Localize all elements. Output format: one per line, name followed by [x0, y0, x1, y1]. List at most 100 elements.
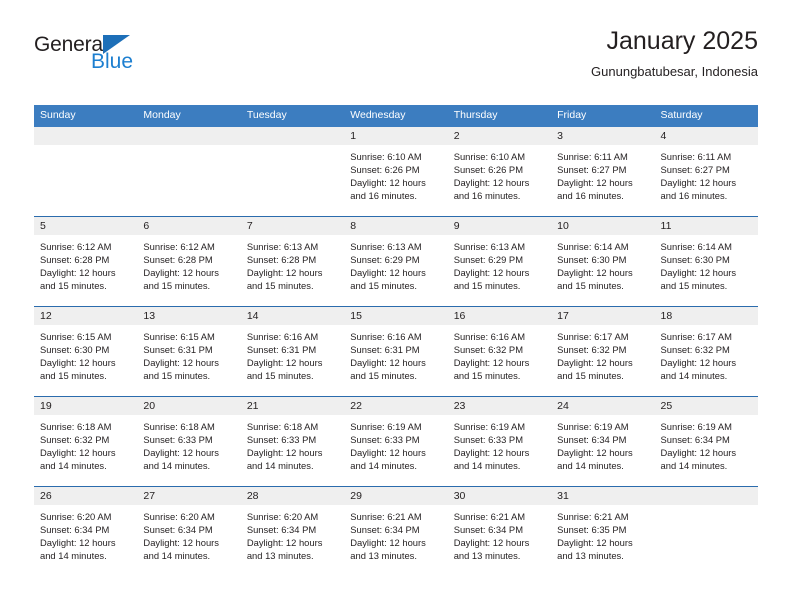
calendar-day-cell[interactable]: 11 Sunrise: 6:14 AM Sunset: 6:30 PM Dayligh…: [654, 215, 758, 307]
day-cell-inner: 19 Sunrise: 6:18 AM Sunset: 6:32 PM Dayligh…: [34, 396, 138, 486]
day-number: 19: [34, 396, 138, 415]
day-detail-daylight-1: Daylight: 12 hours: [660, 177, 737, 189]
day-detail-daylight-2: and 15 minutes.: [40, 280, 107, 292]
day-number: 24: [551, 396, 655, 415]
day-detail-daylight-1: Daylight: 12 hours: [246, 447, 323, 459]
day-details: Sunrise: 6:11 AM Sunset: 6:27 PM Daylight:…: [551, 145, 654, 203]
day-cell-inner: 25 Sunrise: 6:19 AM Sunset: 6:34 PM Dayligh…: [654, 396, 758, 486]
day-cell-inner: 26 Sunrise: 6:20 AM Sunset: 6:34 PM Dayligh…: [34, 486, 138, 576]
day-detail-daylight-2: and 14 minutes.: [350, 460, 417, 472]
day-detail-daylight-2: and 16 minutes.: [557, 190, 624, 202]
calendar-day-cell[interactable]: 5 Sunrise: 6:12 AM Sunset: 6:28 PM Daylight…: [34, 215, 138, 307]
day-detail-sunset: Sunset: 6:34 PM: [453, 523, 523, 535]
day-detail-sunrise: Sunrise: 6:16 AM: [246, 330, 319, 342]
day-detail-sunset: Sunset: 6:33 PM: [246, 433, 317, 445]
day-detail-sunrise: Sunrise: 6:10 AM: [350, 150, 422, 162]
day-cell-inner: 9 Sunrise: 6:13 AM Sunset: 6:29 PM Daylight…: [447, 216, 552, 306]
calendar-header-row: Sunday Monday Tuesday Wednesday Thursday…: [34, 105, 758, 127]
day-details: Sunrise: 6:21 AM Sunset: 6:34 PM Daylight:…: [448, 505, 551, 563]
calendar-day-cell[interactable]: 14 Sunrise: 6:16 AM Sunset: 6:31 PM Dayligh…: [240, 305, 345, 397]
day-detail-daylight-2: and 14 minutes.: [143, 460, 211, 472]
day-detail-sunrise: Sunrise: 6:11 AM: [557, 150, 628, 162]
day-detail-sunrise: Sunrise: 6:14 AM: [660, 240, 732, 252]
day-detail-sunrise: Sunrise: 6:13 AM: [246, 240, 319, 252]
day-details: Sunrise: 6:12 AM Sunset: 6:28 PM Daylight:…: [34, 235, 137, 293]
day-detail-sunset: Sunset: 6:30 PM: [557, 253, 627, 265]
calendar-day-cell[interactable]: 19 Sunrise: 6:18 AM Sunset: 6:32 PM Dayligh…: [34, 395, 138, 487]
calendar-week-row: 1 Sunrise: 6:10 AM Sunset: 6:26 PM Daylight…: [34, 126, 758, 217]
day-number: [137, 126, 241, 145]
calendar-day-cell[interactable]: 13 Sunrise: 6:15 AM Sunset: 6:31 PM Dayligh…: [137, 305, 241, 397]
day-detail-sunrise: Sunrise: 6:18 AM: [246, 420, 319, 432]
calendar-day-cell[interactable]: 3 Sunrise: 6:11 AM Sunset: 6:27 PM Daylight…: [551, 126, 655, 217]
calendar-day-cell[interactable]: 28 Sunrise: 6:20 AM Sunset: 6:34 PM Dayligh…: [240, 485, 345, 576]
day-details: Sunrise: 6:18 AM Sunset: 6:33 PM Daylight:…: [241, 415, 344, 473]
day-details: Sunrise: 6:13 AM Sunset: 6:28 PM Daylight:…: [241, 235, 344, 293]
day-cell-inner: 5 Sunrise: 6:12 AM Sunset: 6:28 PM Daylight…: [34, 216, 138, 306]
day-detail-daylight-1: Daylight: 12 hours: [660, 357, 737, 369]
day-cell-inner: 23 Sunrise: 6:19 AM Sunset: 6:33 PM Dayligh…: [447, 396, 552, 486]
day-detail-sunset: Sunset: 6:26 PM: [350, 163, 420, 175]
day-details: Sunrise: 6:14 AM Sunset: 6:30 PM Daylight:…: [655, 235, 758, 293]
calendar-week-row: 5 Sunrise: 6:12 AM Sunset: 6:28 PM Daylight…: [34, 215, 758, 307]
general-blue-logo: General Blue: [34, 34, 214, 84]
calendar-day-cell[interactable]: 29 Sunrise: 6:21 AM Sunset: 6:34 PM Dayligh…: [344, 485, 448, 576]
calendar-day-cell[interactable]: 23 Sunrise: 6:19 AM Sunset: 6:33 PM Dayligh…: [447, 395, 552, 487]
calendar-day-cell[interactable]: 18 Sunrise: 6:17 AM Sunset: 6:32 PM Dayligh…: [654, 305, 758, 397]
day-detail-daylight-2: and 15 minutes.: [350, 280, 417, 292]
day-detail-daylight-2: and 14 minutes.: [660, 460, 728, 472]
calendar-day-cell[interactable]: 30 Sunrise: 6:21 AM Sunset: 6:34 PM Dayligh…: [447, 485, 552, 576]
day-detail-sunset: Sunset: 6:29 PM: [453, 253, 523, 265]
day-number: 5: [34, 216, 138, 235]
calendar-day-cell[interactable]: 24 Sunrise: 6:19 AM Sunset: 6:34 PM Dayligh…: [551, 395, 655, 487]
calendar-day-cell[interactable]: 4 Sunrise: 6:11 AM Sunset: 6:27 PM Daylight…: [654, 126, 758, 217]
day-cell-inner: 13 Sunrise: 6:15 AM Sunset: 6:31 PM Dayligh…: [137, 306, 241, 396]
day-detail-sunset: Sunset: 6:32 PM: [557, 343, 627, 355]
calendar-day-cell[interactable]: 25 Sunrise: 6:19 AM Sunset: 6:34 PM Dayligh…: [654, 395, 758, 487]
calendar-day-cell[interactable]: 22 Sunrise: 6:19 AM Sunset: 6:33 PM Dayligh…: [344, 395, 448, 487]
calendar-day-cell[interactable]: 6 Sunrise: 6:12 AM Sunset: 6:28 PM Daylight…: [137, 215, 241, 307]
day-cell-inner: 7 Sunrise: 6:13 AM Sunset: 6:28 PM Daylight…: [240, 216, 345, 306]
day-detail-daylight-2: and 15 minutes.: [660, 280, 728, 292]
calendar-day-cell[interactable]: 2 Sunrise: 6:10 AM Sunset: 6:26 PM Daylight…: [447, 126, 552, 217]
day-detail-daylight-1: Daylight: 12 hours: [350, 177, 426, 189]
day-detail-daylight-2: and 14 minutes.: [246, 460, 314, 472]
day-number: 8: [344, 216, 448, 235]
day-detail-daylight-2: and 16 minutes.: [350, 190, 417, 202]
day-detail-daylight-1: Daylight: 12 hours: [557, 177, 633, 189]
day-detail-daylight-1: Daylight: 12 hours: [557, 537, 633, 549]
calendar-day-cell[interactable]: 31 Sunrise: 6:21 AM Sunset: 6:35 PM Dayligh…: [551, 485, 655, 576]
day-detail-daylight-1: Daylight: 12 hours: [40, 537, 116, 549]
day-detail-daylight-1: Daylight: 12 hours: [40, 447, 116, 459]
day-cell-inner: [654, 486, 758, 576]
day-cell-inner: 8 Sunrise: 6:13 AM Sunset: 6:29 PM Daylight…: [344, 216, 448, 306]
calendar-day-cell[interactable]: 9 Sunrise: 6:13 AM Sunset: 6:29 PM Daylight…: [447, 215, 552, 307]
calendar-day-cell[interactable]: 1 Sunrise: 6:10 AM Sunset: 6:26 PM Daylight…: [344, 126, 448, 217]
day-number: 26: [34, 486, 138, 505]
day-details: Sunrise: 6:10 AM Sunset: 6:26 PM Daylight:…: [448, 145, 551, 203]
day-details: Sunrise: 6:19 AM Sunset: 6:34 PM Daylight:…: [655, 415, 758, 473]
calendar-day-cell[interactable]: 10 Sunrise: 6:14 AM Sunset: 6:30 PM Dayligh…: [551, 215, 655, 307]
day-detail-sunrise: Sunrise: 6:19 AM: [557, 420, 629, 432]
day-cell-inner: 17 Sunrise: 6:17 AM Sunset: 6:32 PM Dayligh…: [551, 306, 655, 396]
day-details: Sunrise: 6:15 AM Sunset: 6:30 PM Daylight:…: [34, 325, 137, 383]
weekday-header-thursday: Thursday: [447, 105, 552, 127]
calendar-day-cell[interactable]: 7 Sunrise: 6:13 AM Sunset: 6:28 PM Daylight…: [240, 215, 345, 307]
day-number: 28: [240, 486, 345, 505]
day-detail-sunrise: Sunrise: 6:16 AM: [453, 330, 526, 342]
day-detail-daylight-2: and 15 minutes.: [143, 370, 211, 382]
calendar-day-cell[interactable]: 17 Sunrise: 6:17 AM Sunset: 6:32 PM Dayligh…: [551, 305, 655, 397]
calendar-day-cell[interactable]: 20 Sunrise: 6:18 AM Sunset: 6:33 PM Dayligh…: [137, 395, 241, 487]
calendar-day-cell[interactable]: 27 Sunrise: 6:20 AM Sunset: 6:34 PM Dayligh…: [137, 485, 241, 576]
calendar-week-row: 19 Sunrise: 6:18 AM Sunset: 6:32 PM Dayligh…: [34, 395, 758, 487]
calendar-week-row: 26 Sunrise: 6:20 AM Sunset: 6:34 PM Dayligh…: [34, 485, 758, 576]
calendar-day-cell[interactable]: 12 Sunrise: 6:15 AM Sunset: 6:30 PM Dayligh…: [34, 305, 138, 397]
calendar-day-cell[interactable]: 15 Sunrise: 6:16 AM Sunset: 6:31 PM Dayligh…: [344, 305, 448, 397]
calendar-day-cell[interactable]: 26 Sunrise: 6:20 AM Sunset: 6:34 PM Dayligh…: [34, 485, 138, 576]
calendar-day-cell-empty: [654, 485, 758, 576]
calendar-day-cell[interactable]: 16 Sunrise: 6:16 AM Sunset: 6:32 PM Dayligh…: [447, 305, 552, 397]
calendar-day-cell[interactable]: 21 Sunrise: 6:18 AM Sunset: 6:33 PM Dayligh…: [240, 395, 345, 487]
calendar-day-cell[interactable]: 8 Sunrise: 6:13 AM Sunset: 6:29 PM Daylight…: [344, 215, 448, 307]
day-detail-daylight-1: Daylight: 12 hours: [350, 267, 426, 279]
day-detail-daylight-1: Daylight: 12 hours: [246, 267, 323, 279]
